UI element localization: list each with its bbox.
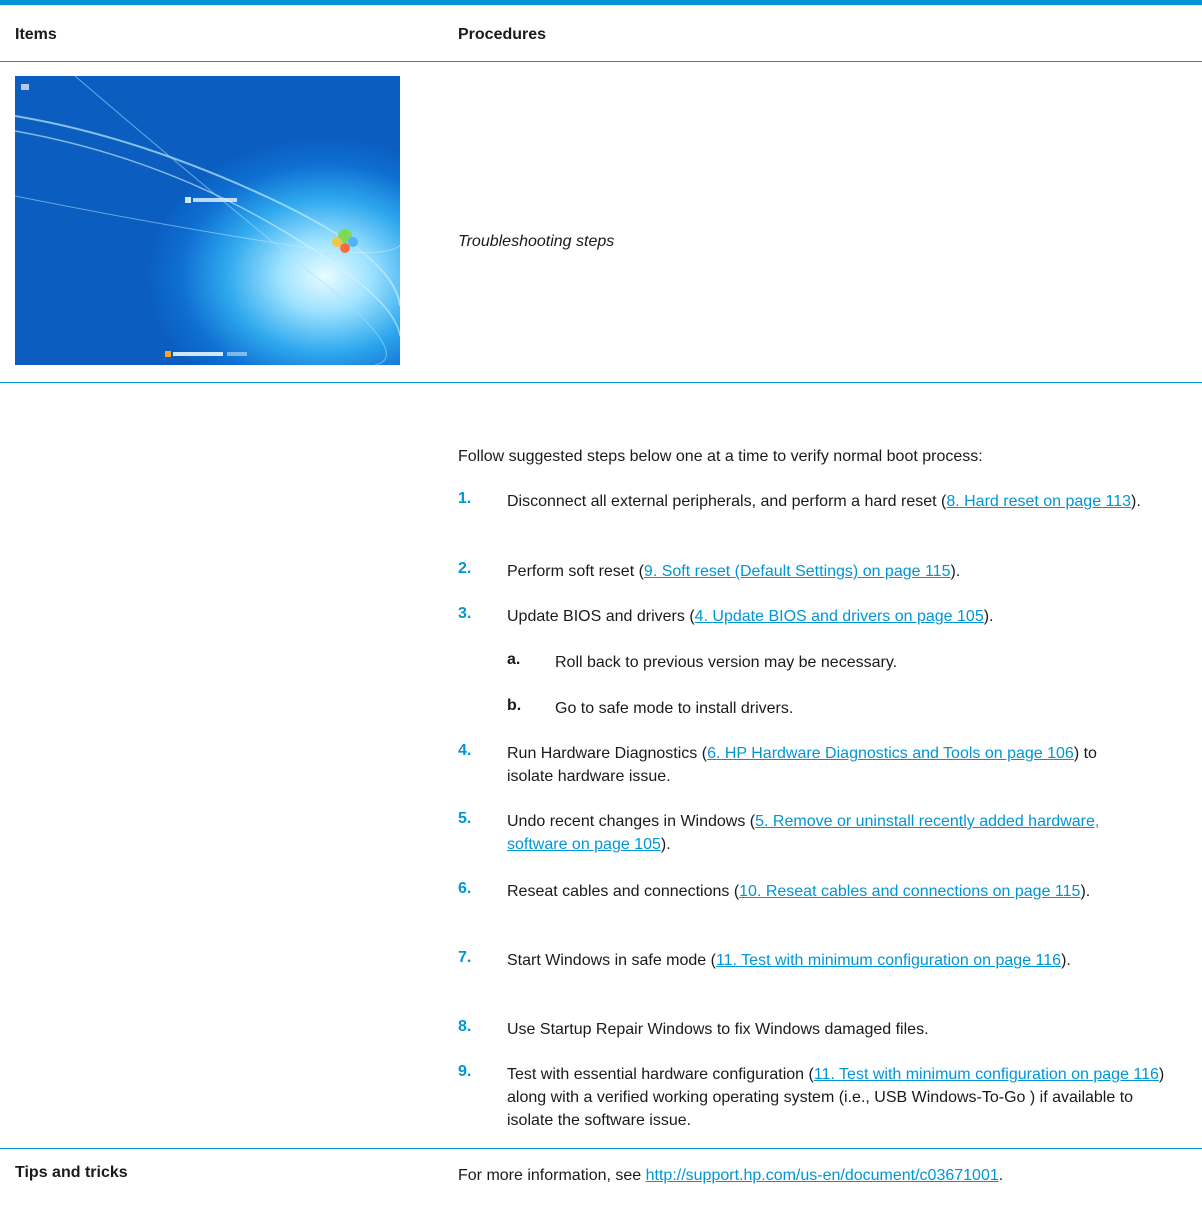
step-text: Run Hardware Diagnostics (6. HP Hardware… <box>507 742 1097 788</box>
substep-letter: b. <box>507 697 522 714</box>
step-number: 4. <box>458 742 472 759</box>
step-text: Test with essential hardware configurati… <box>507 1063 1167 1132</box>
step-text: Start Windows in safe mode (11. Test wit… <box>507 949 1097 972</box>
step-link[interactable]: 8. Hard reset on page 113 <box>946 493 1131 510</box>
step-number: 5. <box>458 810 472 827</box>
step-text-part: Update BIOS and drivers ( <box>507 608 695 625</box>
tips-label: Tips and tricks <box>15 1164 128 1181</box>
step-text-part: ). <box>983 608 994 625</box>
tips-text: For more information, see http://support… <box>458 1164 1178 1187</box>
step-text-part: Run Hardware Diagnostics ( <box>507 745 708 762</box>
step-text: Update BIOS and drivers (4. Update BIOS … <box>507 605 1167 628</box>
step-text: Disconnect all external peripherals, and… <box>507 490 1167 513</box>
step-text-part: Test with essential hardware configurati… <box>507 1066 814 1083</box>
step-text-part: ). <box>660 836 671 853</box>
step-number: 7. <box>458 949 472 966</box>
substep-text: Go to safe mode to install drivers. <box>555 700 794 717</box>
step-link[interactable]: 11. Test with minimum configuration on p… <box>814 1066 1159 1083</box>
step-text-part: ). <box>950 563 961 580</box>
row-divider-2 <box>0 1148 1202 1149</box>
step-number: 8. <box>458 1018 472 1035</box>
step-link[interactable]: 4. Update BIOS and drivers on page 105 <box>695 608 984 625</box>
step-text-part: ). <box>1061 952 1071 969</box>
column-header-procedures: Procedures <box>458 26 547 43</box>
column-header-items: Items <box>15 26 57 43</box>
substep-text: Roll back to previous version may be nec… <box>555 654 898 671</box>
step-text: Undo recent changes in Windows (5. Remov… <box>507 810 1147 856</box>
step-text-part: Reseat cables and connections ( <box>507 883 740 900</box>
step-text-part: ). <box>1080 883 1091 900</box>
step-number: 3. <box>458 605 472 622</box>
intro-text: Follow suggested steps below one at a ti… <box>458 448 983 465</box>
row-divider-1 <box>0 382 1202 383</box>
startup-screen-graphic <box>15 76 400 365</box>
step-link[interactable]: 6. HP Hardware Diagnostics and Tools on … <box>707 745 1074 762</box>
tips-text-part: . <box>998 1167 1004 1184</box>
step-text-part: Perform soft reset ( <box>507 563 644 580</box>
tips-text-part: For more information, see <box>458 1167 646 1184</box>
windows-startup-screenshot <box>15 76 400 365</box>
step-link[interactable]: 10. Reseat cables and connections on pag… <box>739 883 1080 900</box>
step-number: 2. <box>458 560 472 577</box>
step-number: 6. <box>458 880 472 897</box>
step-text: Use Startup Repair Windows to fix Window… <box>507 1021 929 1038</box>
step-link[interactable]: 9. Soft reset (Default Settings) on page… <box>644 563 951 580</box>
step-number: 9. <box>458 1063 472 1080</box>
step-text-part: Start Windows in safe mode ( <box>507 952 716 969</box>
step-text: Perform soft reset (9. Soft reset (Defau… <box>507 560 1167 583</box>
step-number: 1. <box>458 490 472 507</box>
subheading: Troubleshooting steps <box>458 233 615 250</box>
step-link[interactable]: 11. Test with minimum configuration on p… <box>716 952 1061 969</box>
substep-letter: a. <box>507 651 521 668</box>
support-link[interactable]: http://support.hp.com/us-en/document/c03… <box>646 1167 999 1184</box>
step-text: Reseat cables and connections (10. Resea… <box>507 880 1097 903</box>
step-text-part: ). <box>1131 493 1141 510</box>
step-text-part: Disconnect all external peripherals, and… <box>507 493 947 510</box>
step-text-part: Undo recent changes in Windows ( <box>507 813 756 830</box>
table-top-rule <box>0 0 1202 5</box>
header-divider <box>0 61 1202 62</box>
